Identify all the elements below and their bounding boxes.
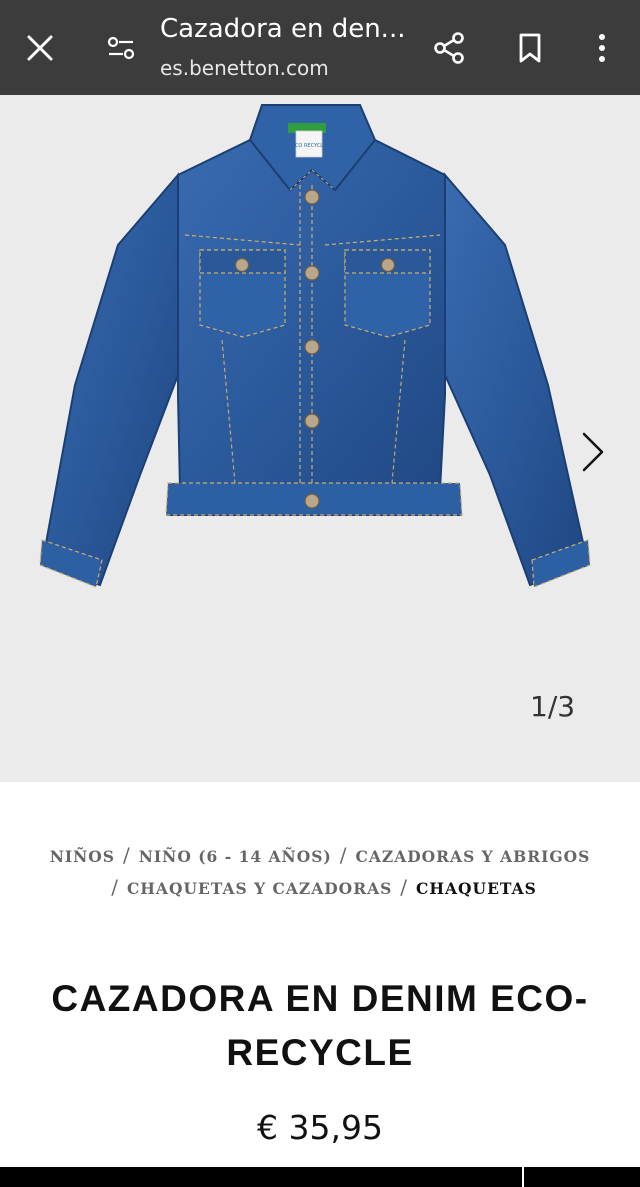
breadcrumb-separator: / xyxy=(339,843,348,867)
product-image[interactable]: ECO RECYCLE xyxy=(0,95,640,782)
page-url[interactable]: es.benetton.com xyxy=(160,56,329,80)
image-counter: 1/3 xyxy=(530,690,576,723)
breadcrumb-item-cazadoras-y-abrigos[interactable]: CAZADORAS Y ABRIGOS xyxy=(356,847,591,866)
product-image-gallery[interactable]: ECO RECYCLE 1/3 xyxy=(0,95,640,782)
more-options-button[interactable] xyxy=(580,22,624,74)
breadcrumb-separator: / xyxy=(111,875,119,899)
page-settings-icon xyxy=(107,36,135,60)
breadcrumb-separator: / xyxy=(400,875,409,899)
next-image-button[interactable] xyxy=(568,425,618,479)
bottom-bar-divider xyxy=(522,1167,524,1187)
bottom-action-bar[interactable] xyxy=(0,1167,640,1187)
product-price: € 35,95 xyxy=(257,1108,383,1147)
eco-recycle-tag-text: ECO RECYCLE xyxy=(292,143,326,149)
breadcrumb-item-ninos[interactable]: NIÑOS xyxy=(50,847,115,866)
breadcrumb-item-chaquetas-y-cazadoras[interactable]: CHAQUETAS Y CAZADORAS xyxy=(127,879,392,898)
page-settings-button[interactable] xyxy=(96,22,146,74)
page-title[interactable]: Cazadora en den... xyxy=(160,14,420,44)
breadcrumb-item-nino-6-14[interactable]: NIÑO (6 - 14 AÑOS) xyxy=(139,847,332,866)
chevron-right-icon xyxy=(582,432,604,472)
breadcrumb-separator: / xyxy=(122,843,131,867)
share-icon xyxy=(434,32,464,64)
breadcrumb: NIÑOS / NIÑO (6 - 14 AÑOS) / CAZADORAS Y ABR… xyxy=(40,840,600,904)
browser-toolbar: Cazadora en den... es.benetton.com xyxy=(0,0,640,95)
bookmark-button[interactable] xyxy=(505,22,555,74)
share-button[interactable] xyxy=(424,22,474,74)
close-icon xyxy=(27,35,53,61)
breadcrumb-item-chaquetas[interactable]: CHAQUETAS xyxy=(416,879,537,898)
product-title: CAZADORA EN DENIM ECO-RECYCLE xyxy=(51,978,589,1073)
more-vert-icon xyxy=(599,34,605,62)
close-button[interactable] xyxy=(14,22,66,74)
bookmark-icon xyxy=(519,33,541,63)
